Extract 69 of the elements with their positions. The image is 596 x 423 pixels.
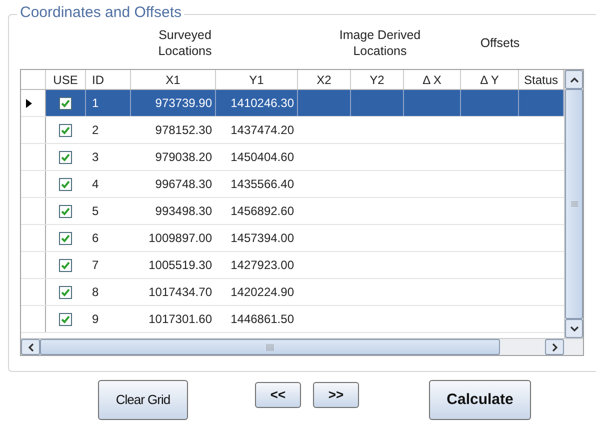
table-cell-text: 1: [92, 95, 99, 112]
scroll-up-icon[interactable]: [565, 70, 583, 89]
table-cell-text: 5: [92, 203, 99, 220]
table-row[interactable]: 4 996748.30 1435566.40: [21, 171, 564, 198]
column-header[interactable]: X1: [131, 70, 216, 89]
table-cell-text: 1437474.20: [230, 122, 294, 139]
column-header[interactable]: ID: [86, 70, 131, 89]
table-row[interactable]: 1 973739.90 1410246.30: [21, 90, 564, 117]
checkbox[interactable]: [59, 232, 72, 244]
table-cell-text: 973739.90: [155, 95, 212, 112]
table-cell-text: 1410246.30: [230, 95, 294, 112]
table-cell-text: 1427923.00: [230, 257, 294, 274]
column-header[interactable]: Y2: [351, 70, 404, 89]
table-cell-text: 1005519.30: [148, 257, 212, 274]
table-cell-text: 978152.30: [155, 122, 212, 139]
column-group-label: Offsets: [479, 35, 521, 51]
checkbox[interactable]: [59, 258, 72, 272]
table-cell-text: 979038.20: [155, 149, 212, 166]
checkbox[interactable]: [59, 312, 72, 326]
table-cell-text: 8: [92, 284, 99, 301]
table-cell-text: 993498.30: [155, 203, 212, 220]
table-row[interactable]: 7 1005519.30 1427923.00: [21, 252, 564, 279]
checkbox[interactable]: [59, 150, 72, 164]
table-cell-text: 996748.30: [155, 176, 212, 193]
column-group-label: Surveyed Locations: [157, 27, 213, 59]
column-header[interactable]: X2: [298, 70, 351, 89]
table-cell-text: 1017434.70: [148, 284, 212, 301]
table-cell-text: 9: [92, 311, 99, 328]
checkbox[interactable]: [59, 204, 72, 218]
checkbox[interactable]: [59, 96, 72, 110]
table-cell-text: 7: [92, 257, 99, 274]
table-cell-text: 1456892.60: [230, 203, 294, 220]
table-cell-text: 1435566.40: [230, 176, 294, 193]
table-cell-text: 1420224.90: [230, 284, 294, 301]
scroll-thumb[interactable]: [565, 89, 583, 319]
table-row[interactable]: 6 1009897.00 1457394.00: [21, 225, 564, 252]
table-cell-text: 1009897.00: [148, 230, 212, 247]
table-cell-text: 2: [92, 122, 99, 139]
scroll-down-icon[interactable]: [565, 319, 583, 338]
column-group-label: Image Derived Locations: [338, 27, 422, 59]
table-row[interactable]: 8 1017434.70 1420224.90: [21, 279, 564, 306]
checkbox[interactable]: [59, 286, 72, 298]
table-cell-text: 1457394.00: [230, 230, 294, 247]
action-button[interactable]: Calculate: [429, 380, 531, 420]
column-header[interactable]: USE: [46, 70, 86, 89]
scroll-left-icon[interactable]: [21, 339, 40, 355]
table-cell-text: 6: [92, 230, 99, 247]
table-row[interactable]: 3 979038.20 1450404.60: [21, 144, 564, 171]
action-button[interactable]: Clear Grid: [98, 380, 188, 420]
table-cell-text: 3: [92, 149, 99, 166]
scroll-thumb[interactable]: [40, 339, 500, 355]
vertical-scrollbar[interactable]: [564, 70, 583, 338]
row-pointer-icon: [26, 98, 32, 108]
table-row[interactable]: 5 993498.30 1456892.60: [21, 198, 564, 225]
table-cell-text: 4: [92, 176, 99, 193]
column-header[interactable]: Y1: [216, 70, 298, 89]
table-row[interactable]: 9 1017301.60 1446861.50: [21, 306, 564, 333]
checkbox[interactable]: [59, 124, 72, 136]
scroll-right-icon[interactable]: [545, 339, 564, 355]
action-button[interactable]: <<: [255, 382, 301, 408]
table-cell-text: 1017301.60: [148, 311, 212, 328]
table-cell-text: 1446861.50: [230, 311, 294, 328]
horizontal-scrollbar[interactable]: [21, 338, 583, 355]
column-header[interactable]: Δ Y: [461, 70, 519, 89]
table-row[interactable]: 2 978152.30 1437474.20: [21, 117, 564, 144]
table-cell-text: 1450404.60: [230, 149, 294, 166]
column-header[interactable]: Δ X: [404, 70, 461, 89]
action-button[interactable]: >>: [313, 382, 359, 408]
checkbox[interactable]: [59, 178, 72, 190]
